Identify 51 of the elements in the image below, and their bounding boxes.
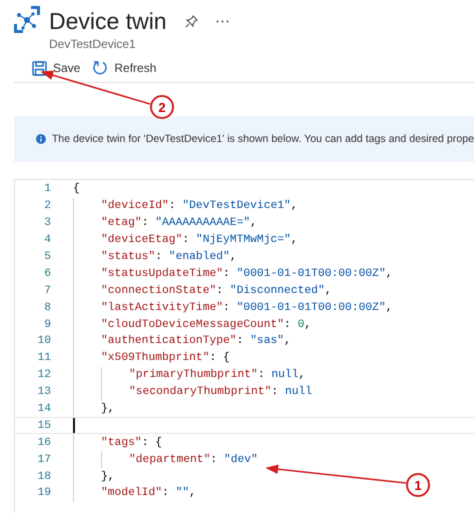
info-icon [36, 132, 46, 146]
code-line: "deviceId": "DevTestDevice1", [101, 200, 298, 212]
code-line: "lastActivityTime": "0001-01-01T00:00:00Z", [101, 302, 393, 314]
callout-number: 2 [150, 95, 174, 119]
page-title: Device twin [49, 7, 167, 36]
save-icon [32, 60, 47, 76]
code-line: "cloudToDeviceMessageCount": 0, [101, 318, 312, 331]
line-number: 19 [36, 487, 51, 500]
save-button[interactable]: Save [32, 60, 80, 76]
code-line: "statusUpdateTime": "0001-01-01T00:00:00Z", [101, 268, 393, 280]
line-number: 8 [43, 302, 51, 314]
refresh-icon [92, 60, 108, 76]
line-number: 13 [36, 386, 51, 398]
line-number: 15 [36, 420, 51, 432]
callout-number: 1 [406, 473, 430, 497]
refresh-button[interactable]: Refresh [92, 60, 156, 76]
info-message: The device twin for 'DevTestDevice1' is shown below. You can add tags and desired prope [52, 133, 474, 145]
line-number: 12 [36, 369, 51, 382]
pin-icon[interactable] [184, 14, 198, 28]
line-number: 18 [36, 470, 51, 483]
code-line: "x509Thumbprint": { [101, 352, 230, 364]
line-number: 7 [43, 284, 51, 297]
more-icon[interactable] [216, 20, 229, 22]
code-line: "secondaryThumbprint": null [129, 386, 312, 398]
code-line: "department": "dev" [129, 454, 258, 466]
line-number: 9 [43, 318, 51, 331]
code-line: }, [101, 470, 115, 483]
line-number: 3 [43, 217, 51, 230]
code-line: "primaryThumbprint": null, [129, 369, 306, 382]
code-line: "modelId": "", [101, 487, 196, 500]
line-number: 14 [36, 403, 51, 416]
code-line: }, [101, 403, 115, 416]
page-subtitle: DevTestDevice1 [49, 37, 137, 51]
code-line: "status": "enabled", [101, 251, 237, 263]
code-line: "etag": "AAAAAAAAAAE=", [101, 217, 257, 230]
line-number: 17 [36, 454, 51, 466]
code-line: "connectionState": "Disconnected", [101, 284, 332, 297]
line-number: 16 [36, 436, 51, 449]
line-number: 2 [43, 200, 51, 212]
line-number: 4 [43, 234, 51, 246]
line-number: 1 [43, 183, 51, 196]
code-line: { [73, 183, 80, 196]
code-line: "tags": { [101, 436, 162, 449]
line-number: 5 [43, 251, 51, 263]
line-number: 11 [36, 352, 51, 364]
line-number: 10 [36, 335, 51, 348]
code-line: "deviceEtag": "NjEyMTMwMjc=", [101, 234, 298, 246]
network-icon [14, 6, 40, 33]
line-number: 6 [43, 268, 51, 280]
text-cursor [73, 418, 75, 434]
code-line: "authenticationType": "sas", [101, 335, 291, 348]
